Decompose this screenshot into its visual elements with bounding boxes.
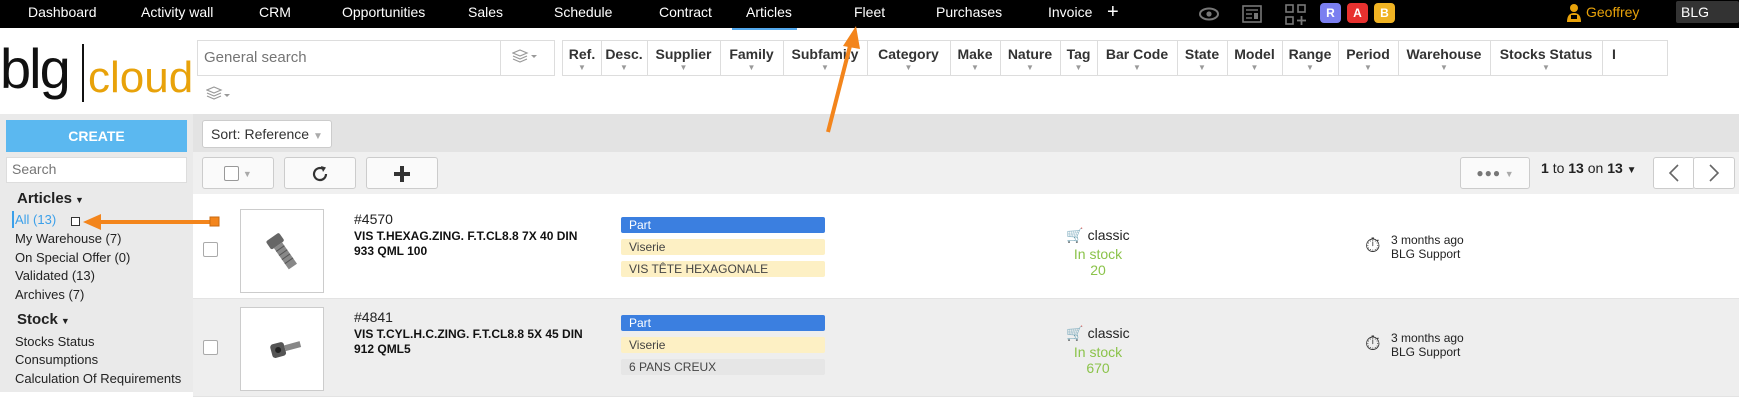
annotation-arrows [83,26,860,230]
arrow-to-articles-tab [826,26,860,133]
arrow-to-all-items [83,214,220,230]
